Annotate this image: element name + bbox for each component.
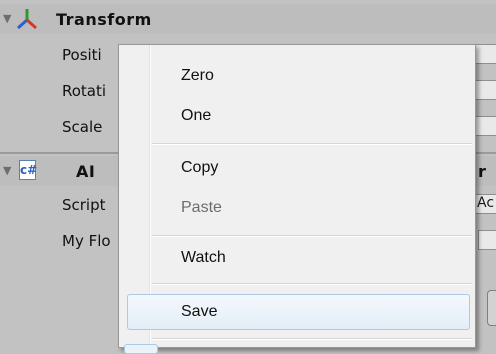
scale-label: Scale bbox=[62, 118, 103, 136]
my-float-field[interactable] bbox=[478, 230, 496, 250]
my-float-label: My Flo bbox=[62, 232, 111, 250]
menu-item-save-highlight[interactable] bbox=[127, 294, 470, 330]
menu-item-save[interactable]: Save bbox=[181, 302, 217, 322]
menu-item-zero[interactable]: Zero bbox=[181, 66, 214, 86]
menu-item-copy[interactable]: Copy bbox=[181, 158, 218, 178]
menu-separator bbox=[152, 143, 472, 145]
menu-separator bbox=[152, 338, 472, 340]
menu-item-one[interactable]: One bbox=[181, 106, 211, 126]
menu-separator bbox=[152, 235, 472, 237]
transform-header[interactable]: ▼ Transform bbox=[0, 4, 496, 34]
menu-item-partial-highlight[interactable] bbox=[124, 344, 158, 354]
transform-title: Transform bbox=[56, 10, 152, 29]
fold-arrow-icon[interactable]: ▼ bbox=[3, 12, 11, 25]
menu-separator bbox=[152, 283, 472, 285]
script-field[interactable]: Ac bbox=[474, 194, 496, 214]
position-label: Positi bbox=[62, 46, 102, 64]
menu-item-paste: Paste bbox=[181, 199, 222, 216]
script-component-title-right: r bbox=[478, 162, 487, 181]
transform-axis-icon bbox=[17, 9, 37, 30]
script-component-title: AI bbox=[76, 162, 96, 181]
fold-arrow-icon[interactable]: ▼ bbox=[3, 164, 11, 177]
context-menu: Zero One Copy Paste Watch Save bbox=[118, 44, 476, 354]
menu-item-watch[interactable]: Watch bbox=[181, 248, 226, 268]
script-file-icon: c# bbox=[19, 160, 37, 180]
script-label: Script bbox=[62, 196, 106, 214]
rotation-label: Rotati bbox=[62, 82, 107, 100]
add-component-button[interactable] bbox=[487, 290, 496, 326]
